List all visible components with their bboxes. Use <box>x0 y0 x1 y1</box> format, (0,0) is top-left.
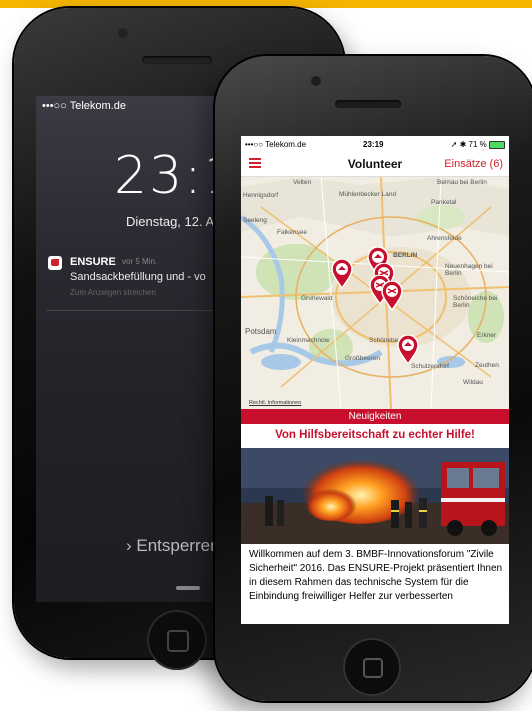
app-screen: •••○○ Telekom.de 23:19 ➚ ✱ 71 % Voluntee… <box>241 136 509 624</box>
map-label: Bernau bei Berlin <box>437 179 487 186</box>
map-label: Mühlenbecker Land <box>339 191 397 198</box>
map-label: Neuenhagen bei Berlin <box>445 263 493 277</box>
map-label: Falkensee <box>277 229 307 236</box>
map-label: Großbeeren <box>345 355 381 362</box>
map-label: Potsdam <box>245 327 277 336</box>
lock-status-carrier: •••○○ Telekom.de <box>42 100 126 112</box>
map-label: Schöneiche bei Berlin <box>453 295 498 309</box>
map-label: Zeuthen <box>475 362 499 369</box>
news-article-text: Willkommen auf dem 3. BMBF-Innovationsfo… <box>249 549 503 602</box>
bluetooth-icon: ✱ <box>459 140 467 149</box>
map-label: Kleinmachnow <box>287 337 330 344</box>
earpiece-speaker <box>335 100 401 108</box>
fire-scene-image <box>241 448 509 544</box>
menu-icon[interactable] <box>249 158 261 168</box>
notification-body: Sandsackbefüllung und - vo <box>70 271 206 283</box>
battery-icon <box>489 140 505 149</box>
map-label: Wildau <box>463 379 483 386</box>
notification-hint: Zum Anzeigen streichen <box>70 288 156 297</box>
map-label: BERLIN <box>393 252 418 259</box>
map-view[interactable]: Velten Bernau bei Berlin Hennigsdorf Müh… <box>241 177 509 409</box>
unlock-slider[interactable]: › Entsperren <box>126 536 220 556</box>
status-right: ➚ ✱ 71 % <box>451 140 505 149</box>
ensure-app-icon <box>48 256 62 270</box>
missions-button[interactable]: Einsätze (6) <box>444 158 503 170</box>
map-label: Erkner <box>477 332 497 339</box>
earpiece-speaker <box>142 56 212 64</box>
notification-app-name: ENSURE <box>70 256 116 268</box>
battery-percent: 71 % <box>468 140 487 149</box>
home-button[interactable] <box>343 638 401 696</box>
status-bar: •••○○ Telekom.de 23:19 ➚ ✱ 71 % <box>241 136 509 152</box>
status-carrier: •••○○ Telekom.de <box>245 140 307 149</box>
map-label: Grunewald <box>301 295 333 302</box>
news-section-header: Neuigkeiten <box>241 409 509 424</box>
home-button[interactable] <box>147 610 207 670</box>
front-camera-icon <box>311 76 321 86</box>
map-label: Ahrensfelde <box>427 235 462 242</box>
map-label: Seeleng <box>243 217 267 224</box>
status-time: 23:19 <box>363 140 384 149</box>
mission-pin-icon[interactable] <box>397 335 419 365</box>
top-accent-bar <box>0 0 532 8</box>
news-photo-firefighters[interactable] <box>241 448 509 544</box>
front-phone: •••○○ Telekom.de 23:19 ➚ ✱ 71 % Voluntee… <box>215 56 532 701</box>
location-icon: ➚ <box>450 140 458 149</box>
notification-time: vor 5 Min. <box>122 257 158 266</box>
map-legal-link[interactable]: Rechtl. Informationen <box>249 400 301 406</box>
news-headline[interactable]: Von Hilfsbereitschaft zu echter Hilfe! <box>241 429 509 441</box>
map-label: Hennigsdorf <box>243 192 279 199</box>
control-center-handle[interactable] <box>176 586 200 590</box>
mission-pin-icon[interactable] <box>331 259 353 289</box>
navigation-bar: Volunteer Einsätze (6) <box>241 152 509 177</box>
map-label: Velten <box>293 179 312 186</box>
map-label: Panketal <box>431 199 457 206</box>
front-camera-icon <box>118 28 128 38</box>
mission-pin-icon[interactable] <box>381 281 403 311</box>
